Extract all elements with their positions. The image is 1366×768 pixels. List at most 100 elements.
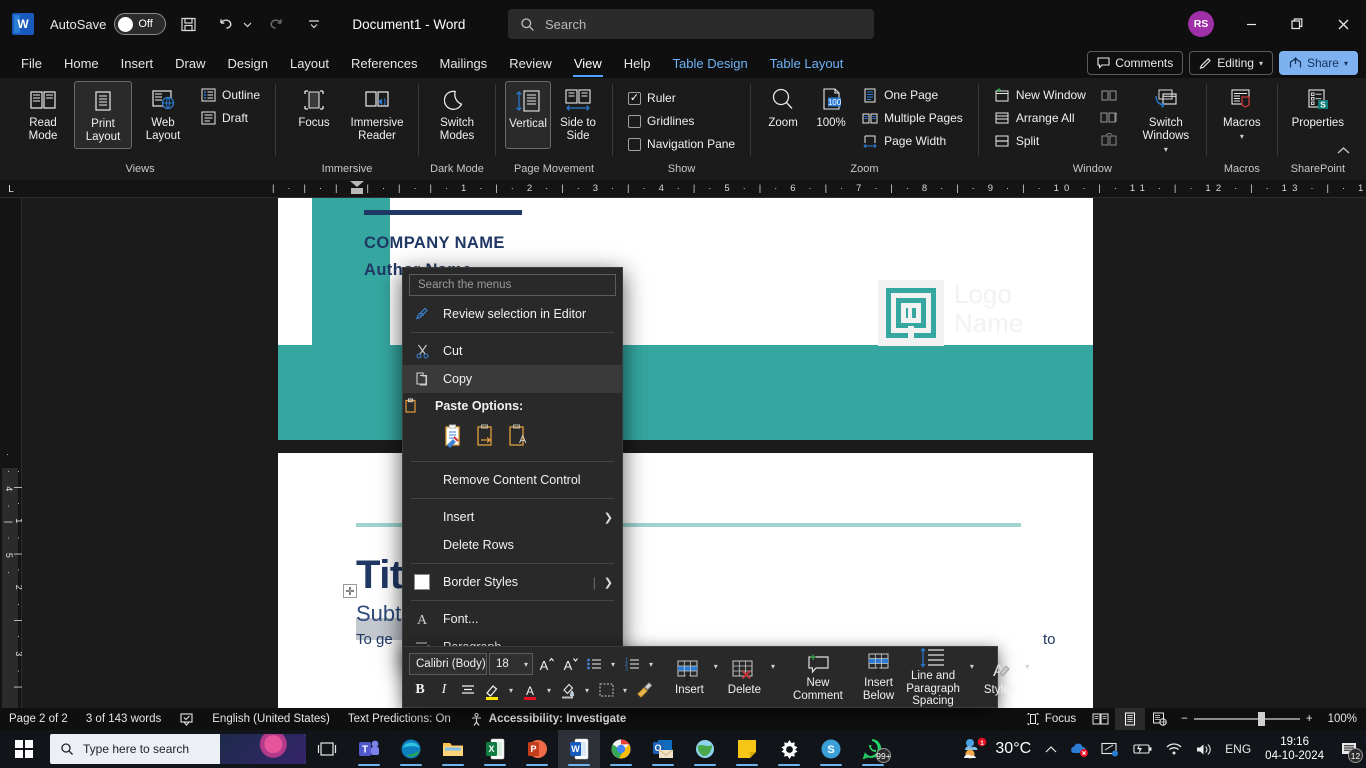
taskbar-app-skype-icon[interactable]: S	[810, 730, 852, 768]
menu-item-insert[interactable]: Insert ❯	[403, 503, 622, 531]
one-page-button[interactable]: One Page	[856, 84, 969, 106]
table-move-handle-icon[interactable]: ✛	[343, 584, 357, 598]
gridlines-checkbox[interactable]: Gridlines	[622, 110, 741, 132]
autosave-toggle[interactable]: Off	[114, 13, 167, 35]
tab-help[interactable]: Help	[613, 48, 662, 78]
delete-table-button[interactable]: Delete	[722, 647, 767, 707]
task-view-icon[interactable]	[306, 730, 348, 768]
taskbar-app-chrome-icon[interactable]	[600, 730, 642, 768]
tab-file[interactable]: File	[10, 48, 53, 78]
onedrive-error-icon[interactable]	[1063, 730, 1095, 768]
shading-icon[interactable]	[557, 679, 579, 701]
search-input[interactable]: Search	[508, 9, 874, 39]
taskbar-clock[interactable]: 19:16 04-10-2024	[1257, 730, 1332, 768]
new-comment-button[interactable]: New Comment	[787, 647, 849, 707]
multiple-pages-button[interactable]: Multiple Pages	[856, 107, 969, 129]
insert-dropdown-icon[interactable]: ▾	[710, 655, 722, 677]
styles-dropdown-icon[interactable]: ▾	[1021, 655, 1033, 677]
bold-button[interactable]: B	[409, 679, 431, 701]
document-body-text[interactable]: To ge	[356, 631, 393, 648]
taskbar-app-excel-icon[interactable]: X	[474, 730, 516, 768]
menu-item-cut[interactable]: Cut	[403, 337, 622, 365]
taskbar-search-input[interactable]: Type here to search	[50, 734, 306, 764]
grow-font-icon[interactable]: A	[535, 653, 557, 675]
switch-windows-button[interactable]: Switch Windows ▾	[1135, 81, 1197, 157]
synchronous-scrolling-icon[interactable]	[1094, 106, 1124, 128]
battery-charging-icon[interactable]	[1125, 730, 1159, 768]
macros-button[interactable]: Macros ▾	[1216, 81, 1268, 149]
minimize-icon[interactable]	[1228, 0, 1274, 48]
side-to-side-button[interactable]: Side to Side	[553, 81, 603, 149]
tab-layout[interactable]: Layout	[279, 48, 340, 78]
align-center-icon[interactable]	[457, 679, 479, 701]
switch-modes-button[interactable]: Switch Modes	[428, 81, 486, 149]
reset-window-position-icon[interactable]	[1094, 128, 1124, 150]
taskbar-app-edge-icon[interactable]	[390, 730, 432, 768]
paste-merge-formatting-icon[interactable]	[473, 423, 497, 449]
paste-keep-text-only-icon[interactable]: A	[505, 423, 529, 449]
numbering-icon[interactable]: 123	[621, 653, 643, 675]
split-button[interactable]: Split	[988, 130, 1092, 152]
menu-item-delete-rows[interactable]: Delete Rows	[403, 531, 622, 559]
tab-mailings[interactable]: Mailings	[429, 48, 499, 78]
tab-stop-left-icon[interactable]: L	[0, 180, 22, 197]
taskbar-app-word-icon[interactable]: W	[558, 730, 600, 768]
language-status[interactable]: English (United States)	[203, 708, 339, 730]
tab-references[interactable]: References	[340, 48, 428, 78]
ruler-checkbox[interactable]: Ruler	[622, 87, 741, 109]
borders-dropdown-icon[interactable]: ▾	[619, 679, 631, 701]
save-icon[interactable]	[172, 8, 204, 40]
document-canvas[interactable]: COMPANY NAME Author Name Logo Name	[22, 198, 1366, 708]
format-painter-icon[interactable]	[633, 679, 655, 701]
italic-button[interactable]: I	[433, 679, 455, 701]
read-mode-button[interactable]: Read Mode	[14, 81, 72, 149]
text-highlight-icon[interactable]	[481, 678, 503, 702]
taskbar-app-sticky-notes-icon[interactable]	[726, 730, 768, 768]
font-color-dropdown-icon[interactable]: ▾	[543, 679, 555, 701]
vertical-ruler[interactable]: · | · | · · | · 1 · | · 2 · | · 3 · | · …	[0, 198, 24, 708]
insert-below-button[interactable]: Insert Below	[857, 647, 900, 707]
close-icon[interactable]	[1320, 0, 1366, 48]
tab-home[interactable]: Home	[53, 48, 110, 78]
zoom-track[interactable]	[1193, 712, 1300, 726]
print-layout-button[interactable]: Print Layout	[74, 81, 132, 149]
page-width-button[interactable]: Page Width	[856, 130, 969, 152]
zoom-in-icon[interactable]: +	[1306, 713, 1313, 725]
wifi-icon[interactable]	[1159, 730, 1189, 768]
zoom-button[interactable]: Zoom	[760, 81, 806, 149]
font-name-combo[interactable]: Calibri (Body) ▾	[409, 653, 487, 675]
avatar[interactable]: RS	[1188, 11, 1214, 37]
undo-dropdown-icon[interactable]	[240, 8, 254, 40]
word-count-status[interactable]: 3 of 143 words	[77, 708, 170, 730]
outline-button[interactable]: Outline	[194, 84, 266, 106]
styles-button[interactable]: A Styles	[978, 647, 1021, 707]
tab-table-layout[interactable]: Table Layout	[759, 48, 855, 78]
text-predictions-status[interactable]: Text Predictions: On	[339, 708, 460, 730]
zoom-level-status[interactable]: 100%	[1319, 708, 1366, 730]
zoom-slider[interactable]: − +	[1175, 712, 1318, 726]
customize-quick-access-icon[interactable]	[298, 8, 330, 40]
font-size-combo[interactable]: 18 ▾	[489, 653, 533, 675]
language-indicator[interactable]: ENG	[1219, 730, 1257, 768]
vertical-page-movement-button[interactable]: Vertical	[505, 81, 552, 149]
show-hidden-icons-button[interactable]	[1039, 730, 1063, 768]
bullets-icon[interactable]	[583, 653, 605, 675]
tab-design[interactable]: Design	[217, 48, 279, 78]
windows-start-icon[interactable]	[0, 730, 48, 768]
shrink-font-icon[interactable]: A	[559, 653, 581, 675]
menu-item-font[interactable]: A Font...	[403, 605, 622, 633]
accessibility-status[interactable]: Accessibility: Investigate	[460, 708, 635, 730]
zoom-out-icon[interactable]: −	[1181, 713, 1188, 725]
focus-button[interactable]: Focus	[285, 81, 343, 149]
immersive-reader-button[interactable]: Immersive Reader	[345, 81, 409, 149]
restore-icon[interactable]	[1274, 0, 1320, 48]
paste-keep-source-formatting-icon[interactable]	[441, 423, 465, 449]
tab-draw[interactable]: Draw	[164, 48, 216, 78]
menu-item-review-selection-in-editor[interactable]: Review selection in Editor	[403, 300, 622, 328]
delete-dropdown-icon[interactable]: ▾	[767, 655, 779, 677]
share-button[interactable]: Share ▾	[1278, 51, 1358, 75]
font-color-icon[interactable]: A	[519, 678, 541, 702]
document-page-1[interactable]: COMPANY NAME Author Name Logo Name	[278, 198, 1093, 440]
proofing-status[interactable]	[170, 708, 203, 730]
taskbar-app-file-explorer-icon[interactable]	[432, 730, 474, 768]
